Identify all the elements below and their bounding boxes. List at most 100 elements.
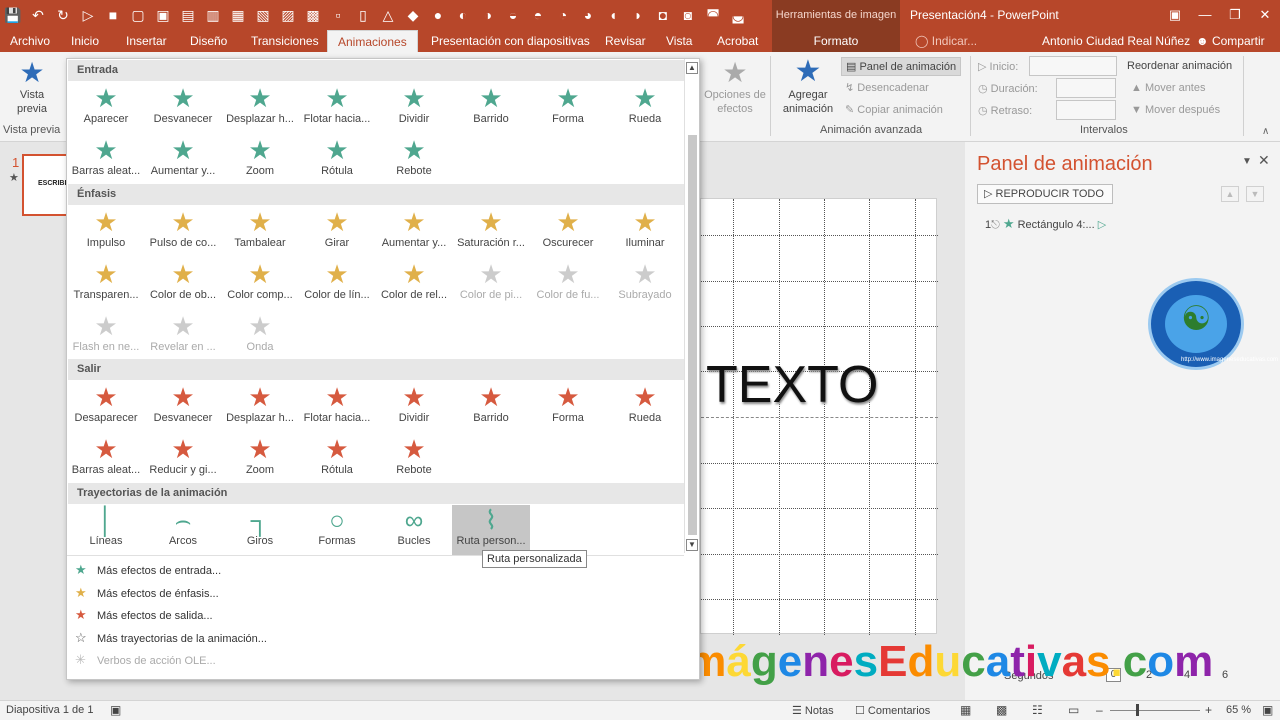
toolbar-icon[interactable]: ●	[427, 4, 449, 26]
scroll-thumb[interactable]	[688, 135, 697, 535]
effect-enfasis[interactable]: ★ Tambalear	[221, 207, 299, 257]
effect-enfasis[interactable]: ★ Color de lín...	[298, 259, 376, 309]
effect-salir[interactable]: ★ Zoom	[221, 434, 299, 484]
undo-icon[interactable]: ↶	[27, 4, 49, 26]
move-later-button[interactable]: ▼ Mover después	[1131, 104, 1220, 116]
effect-enfasis[interactable]: ★ Aumentar y...	[375, 207, 453, 257]
effect-enfasis[interactable]: ★ Color de rel...	[375, 259, 453, 309]
tab-inicio[interactable]: Inicio	[61, 30, 109, 52]
effect-enfasis[interactable]: ★ Color comp...	[221, 259, 299, 309]
toolbar-icon[interactable]: ▢	[127, 4, 149, 26]
notes-button[interactable]: ☰ Notas	[792, 704, 834, 717]
toolbar-icon[interactable]: ◔	[552, 4, 574, 26]
toolbar-icon[interactable]: ◘	[652, 4, 674, 26]
delay-input[interactable]	[1056, 100, 1116, 120]
toolbar-icon[interactable]: ▤	[177, 4, 199, 26]
effect-trayectorias[interactable]: ┐ Giros	[221, 505, 299, 555]
move-earlier-button[interactable]: ▲ Mover antes	[1131, 82, 1205, 94]
effect-enfasis[interactable]: ★ Color de pi...	[452, 259, 530, 309]
slide-canvas[interactable]	[700, 198, 938, 635]
collapse-ribbon-icon[interactable]: ∧	[1262, 126, 1269, 137]
close-icon[interactable]: ✕	[1250, 0, 1280, 30]
toolbar-icon[interactable]: ◙	[677, 4, 699, 26]
effect-entrada[interactable]: ★ Rueda	[606, 83, 684, 133]
effect-trayectorias[interactable]: ⌇ Ruta person...	[452, 505, 530, 555]
move-up-icon[interactable]: ▲	[1221, 186, 1239, 202]
animation-painter-button[interactable]: ✎ Copiar animación	[845, 103, 943, 116]
toolbar-icon[interactable]: ◕	[577, 4, 599, 26]
start-select[interactable]	[1029, 56, 1117, 76]
toolbar-icon[interactable]: ◖	[602, 4, 624, 26]
effect-enfasis[interactable]: ★ Girar	[298, 207, 376, 257]
tab-diseno[interactable]: Diseño	[180, 30, 237, 52]
effect-entrada[interactable]: ★ Aparecer	[67, 83, 145, 133]
duration-input[interactable]	[1056, 78, 1116, 98]
animation-list-item[interactable]: 1⎋ ★ Rectángulo 4:... ▷	[985, 216, 1106, 232]
zoom-slider-track[interactable]	[1110, 710, 1200, 711]
preview-button[interactable]: ★ Vista previa	[12, 58, 52, 116]
effect-enfasis[interactable]: ★ Onda	[221, 311, 299, 361]
effect-entrada[interactable]: ★ Rebote	[375, 135, 453, 185]
effect-options-button[interactable]: ★ Opciones de efectos	[703, 58, 767, 116]
tell-me-box[interactable]: ◯ Indicar...	[905, 30, 987, 52]
toolbar-icon[interactable]: ▦	[227, 4, 249, 26]
toolbar-icon[interactable]: ▥	[202, 4, 224, 26]
tab-revisar[interactable]: Revisar	[595, 30, 656, 52]
trigger-button[interactable]: ↯ Desencadenar	[845, 81, 929, 94]
effect-salir[interactable]: ★ Rueda	[606, 382, 684, 432]
move-down-icon[interactable]: ▼	[1246, 186, 1264, 202]
fit-slide-icon[interactable]: ▣	[1262, 703, 1273, 717]
toolbar-icon[interactable]: ◛	[727, 4, 749, 26]
toolbar-icon[interactable]: ■	[102, 4, 124, 26]
effect-trayectorias[interactable]: ⌢ Arcos	[144, 505, 222, 555]
effect-enfasis[interactable]: ★ Impulso	[67, 207, 145, 257]
effect-salir[interactable]: ★ Desaparecer	[67, 382, 145, 432]
tab-acrobat[interactable]: Acrobat	[707, 30, 768, 52]
ole-action-verbs[interactable]: ✳ Verbos de acción OLE...	[75, 652, 216, 668]
effect-salir[interactable]: ★ Dividir	[375, 382, 453, 432]
effect-salir[interactable]: ★ Desplazar h...	[221, 382, 299, 432]
toolbar-icon[interactable]: ▣	[152, 4, 174, 26]
effect-entrada[interactable]: ★ Barras aleat...	[67, 135, 145, 185]
tab-insertar[interactable]: Insertar	[116, 30, 177, 52]
toolbar-icon[interactable]: ◆	[402, 4, 424, 26]
effect-entrada[interactable]: ★ Flotar hacia...	[298, 83, 376, 133]
effect-entrada[interactable]: ★ Barrido	[452, 83, 530, 133]
effect-trayectorias[interactable]: │ Líneas	[67, 505, 145, 555]
zoom-slider-thumb[interactable]	[1136, 704, 1139, 716]
toolbar-icon[interactable]: ◐	[452, 4, 474, 26]
effect-enfasis[interactable]: ★ Color de ob...	[144, 259, 222, 309]
zoom-in-icon[interactable]: +	[1205, 703, 1212, 717]
effect-entrada[interactable]: ★ Rótula	[298, 135, 376, 185]
tab-vista[interactable]: Vista	[656, 30, 702, 52]
slideshow-icon[interactable]: ▭	[1068, 703, 1079, 717]
comments-button[interactable]: ☐ Comentarios	[855, 704, 930, 717]
effect-enfasis[interactable]: ★ Flash en ne...	[67, 311, 145, 361]
effect-trayectorias[interactable]: ∞ Bucles	[375, 505, 453, 555]
effect-enfasis[interactable]: ★ Oscurecer	[529, 207, 607, 257]
tab-formato[interactable]: Formato	[772, 30, 900, 52]
redo-icon[interactable]: ↻	[52, 4, 74, 26]
effect-entrada[interactable]: ★ Desplazar h...	[221, 83, 299, 133]
toolbar-icon[interactable]: ▫	[327, 4, 349, 26]
toolbar-icon[interactable]: ▧	[252, 4, 274, 26]
normal-view-icon[interactable]: ▦	[960, 703, 971, 717]
toolbar-icon[interactable]: ◑	[477, 4, 499, 26]
effect-entrada[interactable]: ★ Aumentar y...	[144, 135, 222, 185]
toolbar-icon[interactable]: ▩	[302, 4, 324, 26]
effect-salir[interactable]: ★ Rebote	[375, 434, 453, 484]
slide-sorter-icon[interactable]: ▩	[996, 703, 1007, 717]
tab-transiciones[interactable]: Transiciones	[241, 30, 329, 52]
ribbon-display-icon[interactable]: ▣	[1160, 0, 1190, 30]
save-icon[interactable]: 💾	[2, 4, 24, 26]
effect-salir[interactable]: ★ Barrido	[452, 382, 530, 432]
effect-salir[interactable]: ★ Rótula	[298, 434, 376, 484]
slide-text[interactable]: TEXTO	[706, 355, 878, 415]
share-button[interactable]: ☻ Compartir	[1186, 30, 1275, 52]
play-all-button[interactable]: ▷ REPRODUCIR TODO	[977, 184, 1113, 204]
more-emphasis-effects[interactable]: ★ Más efectos de énfasis...	[75, 585, 219, 601]
start-icon[interactable]: ▷	[77, 4, 99, 26]
scroll-down-icon[interactable]: ▼	[686, 539, 698, 551]
tab-animaciones[interactable]: Animaciones	[327, 30, 418, 52]
effect-entrada[interactable]: ★ Forma	[529, 83, 607, 133]
